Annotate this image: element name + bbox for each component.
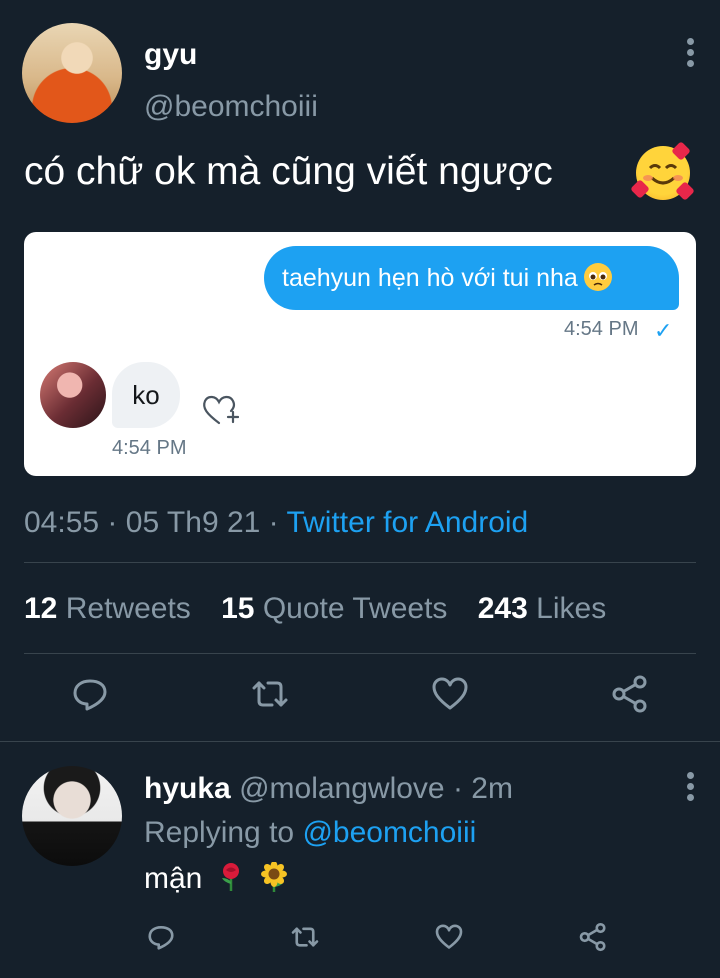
reply-more-options-icon[interactable] [687,772,695,805]
reply-icon[interactable] [70,674,110,714]
retweet-icon[interactable] [250,674,290,714]
incoming-message-text: ko [132,380,160,410]
replying-to-handle[interactable]: @beomchoiii [302,816,476,849]
contact-avatar [40,362,106,428]
reply-time: 2m [471,772,513,805]
outgoing-message-bubble: taehyun hẹn hò với tui nha [264,246,679,310]
reply-like-icon[interactable] [434,922,464,952]
divider [24,562,696,563]
meta-separator: · [268,506,279,539]
tweet-media-image[interactable]: taehyun hẹn hò với tui nha 4:54 PM ✓ ko … [24,232,696,476]
replying-to: Replying to @beomchoiii [144,816,476,850]
tweet-source-link[interactable]: Twitter for Android [286,506,528,539]
pleading-face-icon [583,263,612,292]
check-icon: ✓ [654,318,673,343]
sunflower-icon [259,861,288,893]
reply-author-handle[interactable]: @molangwlove [239,772,445,805]
meta-separator: · [452,772,463,805]
quote-tweets-stat[interactable]: 15 Quote Tweets [221,592,447,625]
likes-stat[interactable]: 243 Likes [478,592,606,625]
tweet-stats: 12 Retweets 15 Quote Tweets 243 Likes [24,592,606,626]
like-icon[interactable] [430,674,470,714]
tweet-text: có chữ ok mà cũng viết ngược [24,150,553,193]
tweet-date: 05 Th9 21 [125,506,261,539]
rose-icon [217,862,245,892]
divider [24,653,696,654]
reply-author-avatar[interactable] [22,766,122,866]
reply-text: mận [144,862,203,895]
outgoing-message-time: 4:54 PM [564,318,639,340]
reply-author-name[interactable]: hyuka [144,772,231,805]
tweet-time: 04:55 [24,506,100,539]
reply-text-row: mận [144,861,288,896]
outgoing-message-text: taehyun hẹn hò với tui nha [282,264,578,292]
incoming-message-time: 4:54 PM [112,437,187,459]
reply-retweet-icon[interactable] [290,922,320,952]
reply-share-icon[interactable] [578,922,608,952]
author-handle[interactable]: @beomchoiii [144,90,318,124]
heart-add-icon [199,390,240,430]
reply-header: hyuka @molangwlove · 2m [144,772,513,806]
tweet-meta: 04:55 · 05 Th9 21 · Twitter for Android [24,506,528,540]
author-avatar[interactable] [22,23,122,123]
thread-divider [0,741,720,742]
share-icon[interactable] [610,674,650,714]
more-options-icon[interactable] [687,38,695,71]
replying-to-label: Replying to [144,816,295,849]
meta-separator: · [107,506,118,539]
incoming-message-bubble: ko [112,362,180,428]
author-name[interactable]: gyu [144,38,197,72]
smiling-face-with-hearts-icon [630,141,695,201]
reply-reply-icon[interactable] [146,922,176,952]
retweets-stat[interactable]: 12 Retweets [24,592,191,625]
